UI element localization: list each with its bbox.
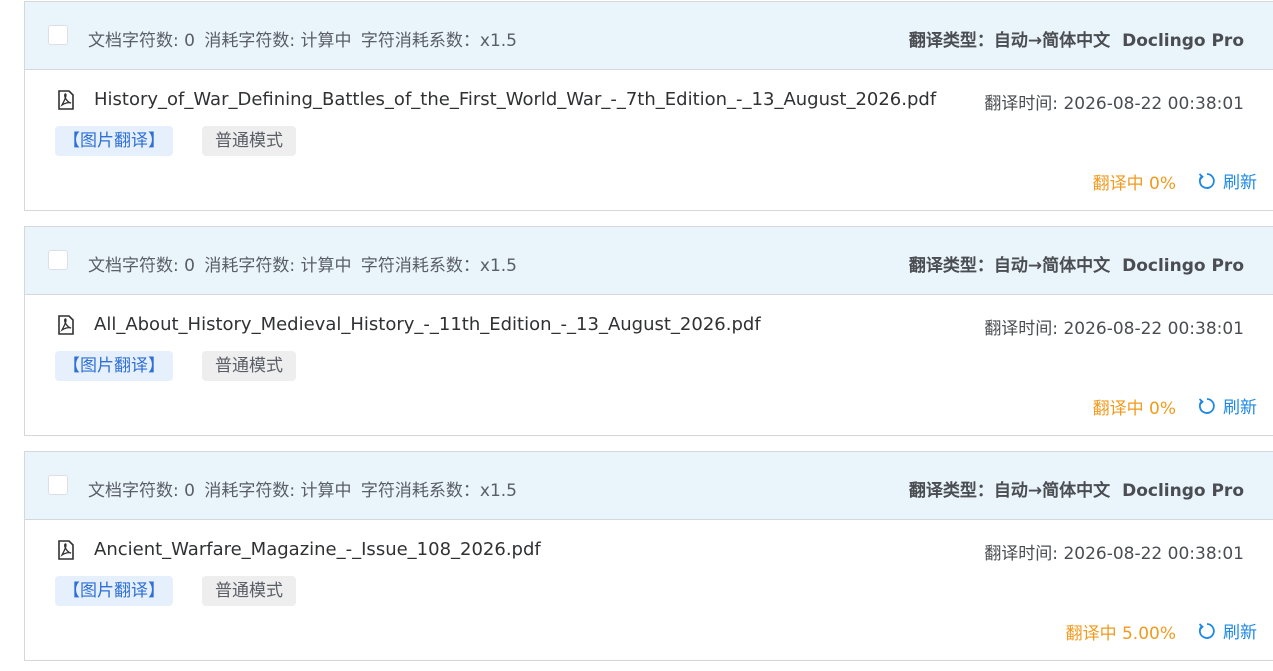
refresh-icon bbox=[1198, 622, 1215, 639]
translation-task-card: 文档字符数: 0 消耗字符数: 计算中 字符消耗系数：x1.5 翻译类型：自动→… bbox=[24, 226, 1273, 436]
image-translate-tag: 【图片翻译】 bbox=[55, 576, 173, 606]
file-name: All_About_History_Medieval_History_-_11t… bbox=[94, 314, 761, 335]
task-select-checkbox[interactable] bbox=[48, 25, 68, 45]
translation-task-card: 文档字符数: 0 消耗字符数: 计算中 字符消耗系数：x1.5 翻译类型：自动→… bbox=[24, 451, 1273, 661]
translate-status: 翻译中 0% bbox=[1092, 174, 1176, 194]
task-header: 文档字符数: 0 消耗字符数: 计算中 字符消耗系数：x1.5 翻译类型：自动→… bbox=[25, 452, 1273, 520]
translate-type-info: 翻译类型：自动→简体中文 Doclingo Pro bbox=[909, 26, 1244, 51]
consumed-char-count: 消耗字符数: 计算中 bbox=[204, 256, 352, 276]
task-select-checkbox[interactable] bbox=[48, 475, 68, 495]
mode-tag: 普通模式 bbox=[202, 351, 296, 381]
engine-name: Doclingo Pro bbox=[1122, 31, 1244, 51]
pdf-file-icon bbox=[58, 315, 74, 335]
refresh-icon bbox=[1198, 397, 1215, 414]
task-header: 文档字符数: 0 消耗字符数: 计算中 字符消耗系数：x1.5 翻译类型：自动→… bbox=[25, 2, 1273, 70]
engine-name: Doclingo Pro bbox=[1122, 256, 1244, 276]
file-name: History_of_War_Defining_Battles_of_the_F… bbox=[94, 89, 937, 110]
translate-status: 翻译中 0% bbox=[1092, 399, 1176, 419]
translate-type: 翻译类型：自动→简体中文 bbox=[908, 31, 1111, 51]
translate-type: 翻译类型：自动→简体中文 bbox=[908, 481, 1111, 501]
translate-time: 翻译时间: 2026-08-22 00:38:01 bbox=[984, 94, 1244, 114]
task-select-checkbox[interactable] bbox=[48, 250, 68, 270]
translate-status: 翻译中 5.00% bbox=[1065, 624, 1176, 644]
pdf-file-icon bbox=[58, 90, 74, 110]
refresh-icon bbox=[1198, 172, 1215, 189]
refresh-label: 刷新 bbox=[1223, 623, 1257, 643]
task-body: History_of_War_Defining_Battles_of_the_F… bbox=[25, 70, 1273, 210]
translate-time: 翻译时间: 2026-08-22 00:38:01 bbox=[984, 319, 1244, 339]
consumed-char-count: 消耗字符数: 计算中 bbox=[204, 31, 352, 51]
translate-type-info: 翻译类型：自动→简体中文 Doclingo Pro bbox=[909, 251, 1244, 276]
task-body: All_About_History_Medieval_History_-_11t… bbox=[25, 295, 1273, 435]
char-stats: 文档字符数: 0 消耗字符数: 计算中 字符消耗系数：x1.5 bbox=[88, 476, 521, 501]
image-translate-tag: 【图片翻译】 bbox=[55, 351, 173, 381]
translate-type: 翻译类型：自动→简体中文 bbox=[908, 256, 1111, 276]
refresh-button[interactable]: 刷新 bbox=[1197, 168, 1257, 193]
engine-name: Doclingo Pro bbox=[1122, 481, 1244, 501]
doc-char-count: 文档字符数: 0 bbox=[88, 256, 195, 276]
translate-type-info: 翻译类型：自动→简体中文 Doclingo Pro bbox=[909, 476, 1244, 501]
mode-tag: 普通模式 bbox=[202, 576, 296, 606]
char-coefficient: 字符消耗系数：x1.5 bbox=[360, 31, 518, 51]
task-header: 文档字符数: 0 消耗字符数: 计算中 字符消耗系数：x1.5 翻译类型：自动→… bbox=[25, 227, 1273, 295]
char-stats: 文档字符数: 0 消耗字符数: 计算中 字符消耗系数：x1.5 bbox=[88, 26, 521, 51]
refresh-button[interactable]: 刷新 bbox=[1197, 393, 1257, 418]
translate-time: 翻译时间: 2026-08-22 00:38:01 bbox=[984, 544, 1244, 564]
image-translate-tag: 【图片翻译】 bbox=[55, 126, 173, 156]
refresh-label: 刷新 bbox=[1223, 173, 1257, 193]
consumed-char-count: 消耗字符数: 计算中 bbox=[204, 481, 352, 501]
char-stats: 文档字符数: 0 消耗字符数: 计算中 字符消耗系数：x1.5 bbox=[88, 251, 521, 276]
refresh-label: 刷新 bbox=[1223, 398, 1257, 418]
char-coefficient: 字符消耗系数：x1.5 bbox=[360, 256, 518, 276]
pdf-file-icon bbox=[58, 540, 74, 560]
doc-char-count: 文档字符数: 0 bbox=[88, 31, 195, 51]
mode-tag: 普通模式 bbox=[202, 126, 296, 156]
doc-char-count: 文档字符数: 0 bbox=[88, 481, 195, 501]
file-name: Ancient_Warfare_Magazine_-_Issue_108_202… bbox=[94, 539, 541, 560]
task-body: Ancient_Warfare_Magazine_-_Issue_108_202… bbox=[25, 520, 1273, 660]
refresh-button[interactable]: 刷新 bbox=[1197, 618, 1257, 643]
translation-task-card: 文档字符数: 0 消耗字符数: 计算中 字符消耗系数：x1.5 翻译类型：自动→… bbox=[24, 1, 1273, 211]
char-coefficient: 字符消耗系数：x1.5 bbox=[360, 481, 518, 501]
